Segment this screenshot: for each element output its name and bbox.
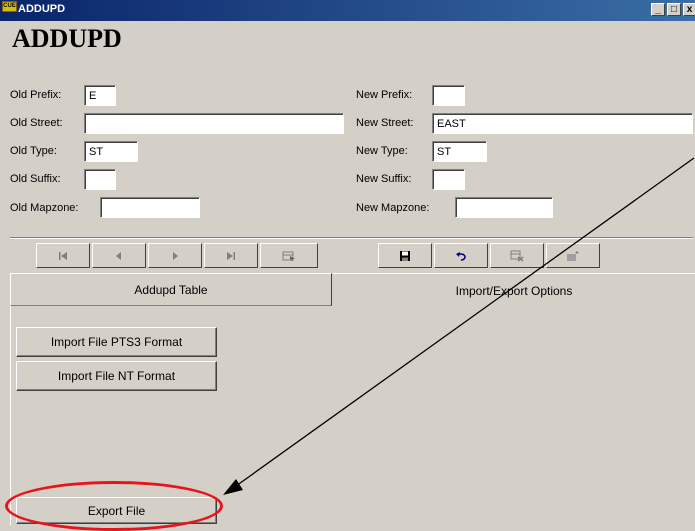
tab-addupd-table[interactable]: Addupd Table (10, 273, 332, 306)
old-suffix-field[interactable] (84, 169, 116, 190)
old-suffix-label: Old Suffix: (10, 173, 61, 185)
last-record-button[interactable] (204, 243, 258, 268)
next-record-icon (173, 251, 178, 260)
find-record-button[interactable] (260, 243, 318, 268)
old-prefix-label: Old Prefix: (10, 89, 62, 101)
tab-import-export-options[interactable]: Import/Export Options (333, 273, 695, 306)
new-record-icon (567, 250, 579, 261)
new-type-label: New Type: (356, 145, 408, 157)
save-icon (400, 250, 410, 261)
find-record-icon (282, 251, 295, 261)
old-type-field[interactable]: ST (84, 141, 138, 162)
page-heading: ADDUPD (12, 24, 122, 53)
last-record-icon (227, 251, 235, 260)
old-type-label: Old Type: (10, 145, 57, 157)
undo-button[interactable] (434, 243, 488, 268)
import-nt-button[interactable]: Import File NT Format (16, 361, 217, 391)
new-street-field[interactable]: EAST (432, 113, 693, 134)
delete-record-button[interactable] (490, 243, 544, 268)
toolbar-separator (10, 237, 693, 239)
new-type-field[interactable]: ST (432, 141, 487, 162)
new-suffix-label: New Suffix: (356, 173, 412, 185)
title-bar: CUE ADDUPD _ □ x (0, 0, 695, 21)
first-record-icon (59, 251, 67, 260)
new-mapzone-label: New Mapzone: (356, 202, 430, 214)
close-button[interactable]: x (683, 3, 695, 16)
next-record-button[interactable] (148, 243, 202, 268)
first-record-button[interactable] (36, 243, 90, 268)
old-prefix-field[interactable]: E (84, 85, 116, 106)
close-icon: x (686, 4, 693, 15)
previous-record-button[interactable] (92, 243, 146, 268)
new-suffix-field[interactable] (432, 169, 465, 190)
undo-icon (456, 251, 466, 261)
new-prefix-label: New Prefix: (356, 89, 413, 101)
window-title: ADDUPD (18, 3, 66, 15)
new-prefix-field[interactable] (432, 85, 465, 106)
export-file-button[interactable]: Export File (16, 497, 217, 524)
old-mapzone-label: Old Mapzone: (10, 202, 79, 214)
import-pts3-button[interactable]: Import File PTS3 Format (16, 327, 217, 357)
new-mapzone-field[interactable] (455, 197, 553, 218)
new-record-button[interactable] (546, 243, 600, 268)
old-mapzone-field[interactable] (100, 197, 200, 218)
old-street-field[interactable] (84, 113, 344, 134)
save-button[interactable] (378, 243, 432, 268)
new-street-label: New Street: (356, 117, 414, 129)
maximize-button[interactable]: □ (667, 3, 681, 16)
app-icon: CUE (2, 1, 17, 12)
minimize-button[interactable]: _ (651, 3, 665, 16)
delete-record-icon (510, 250, 524, 262)
old-street-label: Old Street: (10, 117, 63, 129)
previous-record-icon (116, 251, 121, 260)
